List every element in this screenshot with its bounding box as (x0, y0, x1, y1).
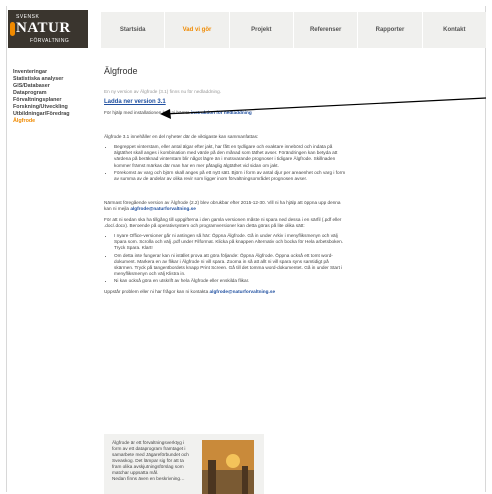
annotation-arrow (160, 97, 487, 119)
page: SVENSK NATUR FÖRVALTNING Startsida Vad v… (0, 0, 492, 494)
